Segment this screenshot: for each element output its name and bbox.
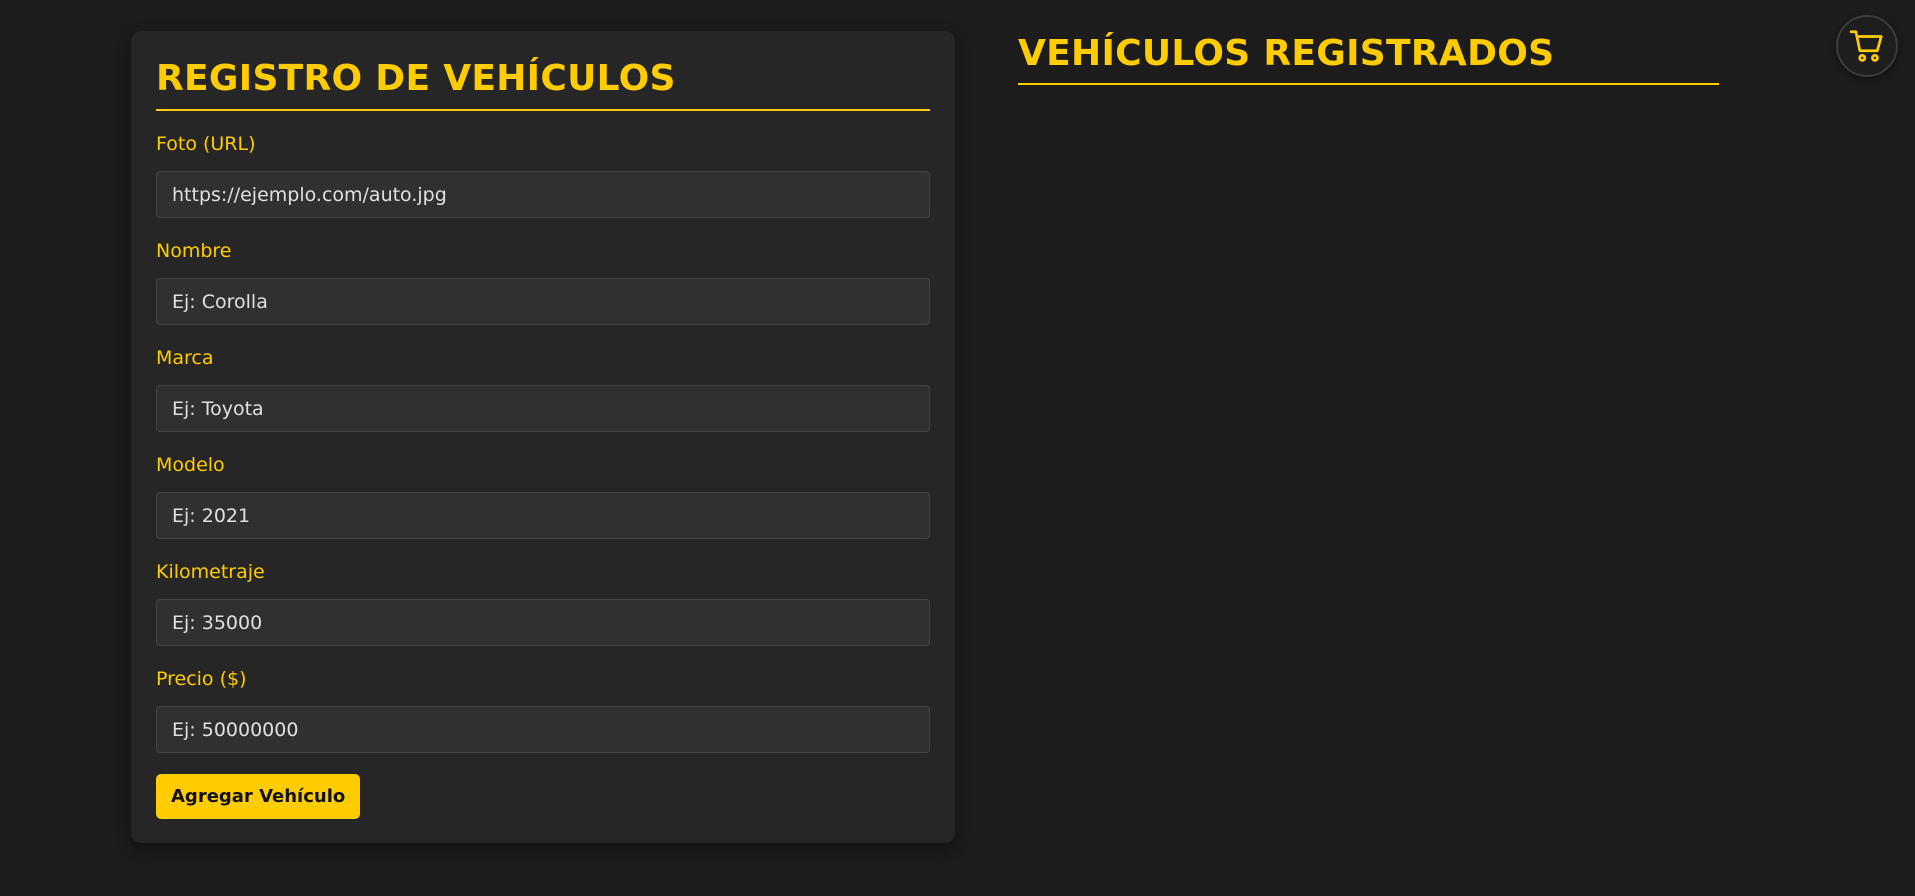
price-input[interactable] [156,706,930,753]
mileage-field: Kilometraje [156,561,930,646]
name-label: Nombre [156,240,232,262]
price-field: Precio ($) [156,668,930,753]
brand-field: Marca [156,347,930,432]
photo-url-input[interactable] [156,171,930,218]
brand-input[interactable] [156,385,930,432]
add-vehicle-button[interactable]: Agregar Vehículo [156,774,361,819]
registered-vehicles-title: VEHÍCULOS REGISTRADOS [1018,30,1719,85]
price-label: Precio ($) [156,668,247,690]
mileage-label: Kilometraje [156,561,265,583]
vehicle-registration-form: REGISTRO DE VEHÍCULOS Foto (URL) Nombre … [131,31,955,843]
registered-vehicles-section: VEHÍCULOS REGISTRADOS [1018,30,1719,85]
name-input[interactable] [156,278,930,325]
model-label: Modelo [156,454,225,476]
photo-url-field: Foto (URL) [156,133,930,218]
form-title: REGISTRO DE VEHÍCULOS [156,31,930,111]
brand-label: Marca [156,347,214,369]
mileage-input[interactable] [156,599,930,646]
model-field: Modelo [156,454,930,539]
model-input[interactable] [156,492,930,539]
cart-button[interactable] [1836,15,1898,77]
cart-icon [1849,30,1883,62]
photo-url-label: Foto (URL) [156,133,256,155]
name-field: Nombre [156,240,930,325]
